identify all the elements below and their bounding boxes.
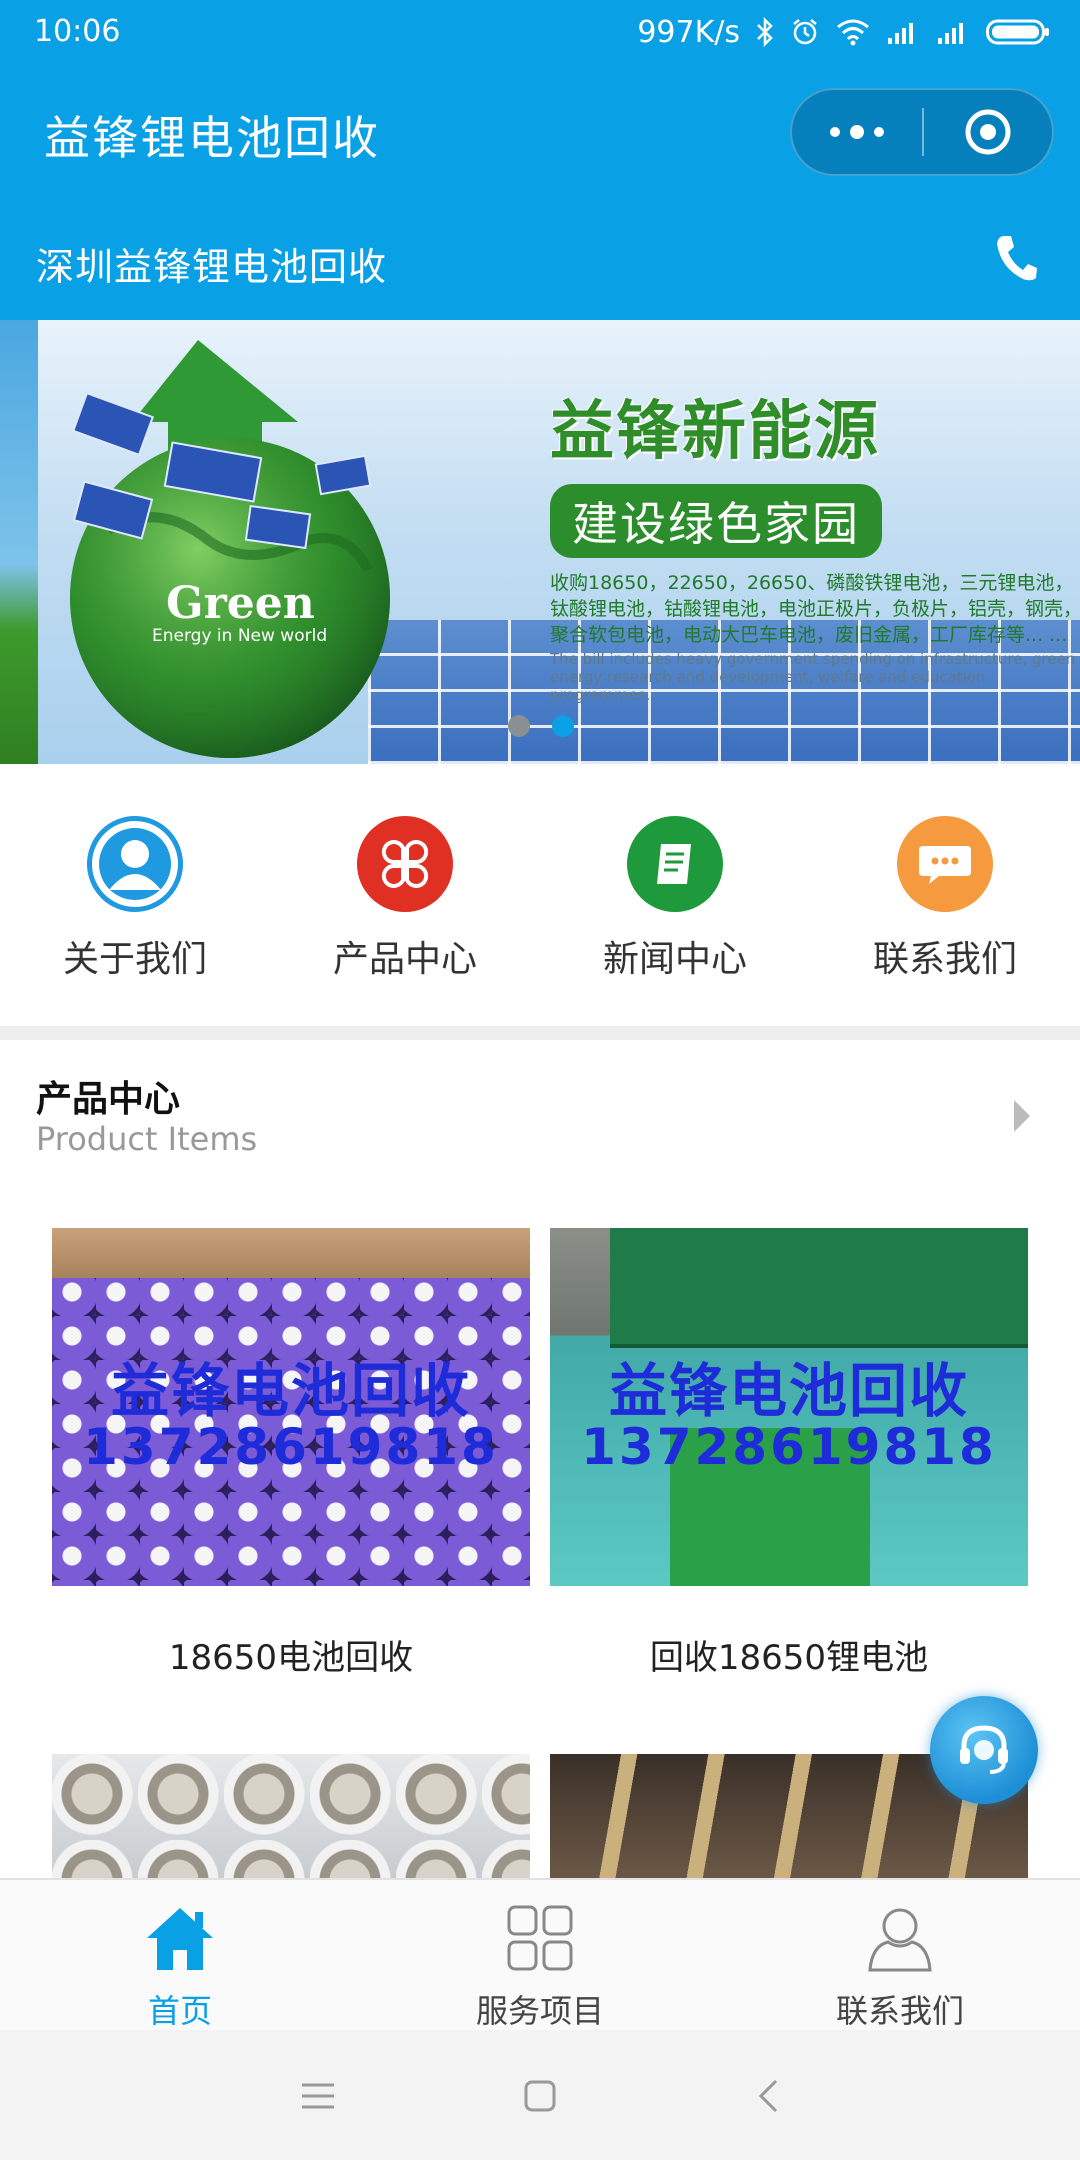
mini-program-capsule bbox=[790, 88, 1054, 176]
product-watermark: 益锋电池回收 bbox=[608, 1357, 969, 1425]
tab-home[interactable]: 首页 bbox=[0, 1880, 360, 2030]
person-icon bbox=[87, 816, 183, 912]
tab-label: 联系我们 bbox=[835, 1992, 964, 2030]
grid-icon bbox=[506, 1904, 574, 1976]
status-time: 10:06 bbox=[34, 14, 121, 49]
product-image-box-edge bbox=[52, 1228, 530, 1278]
signal-icon bbox=[886, 18, 920, 46]
product-name: 18650电池回收 bbox=[168, 1638, 414, 1678]
tab-services[interactable]: 服务项目 bbox=[360, 1880, 720, 2030]
nav-label: 关于我们 bbox=[62, 939, 207, 980]
alarm-icon bbox=[790, 17, 820, 47]
sub-header: 深圳益锋锂电池回收 bbox=[0, 198, 1080, 320]
chevron-right-icon[interactable] bbox=[1014, 1100, 1030, 1132]
section-title: 产品中心 bbox=[36, 1079, 181, 1120]
home-icon bbox=[145, 1904, 215, 1976]
company-name: 深圳益锋锂电池回收 bbox=[36, 245, 388, 289]
wifi-icon bbox=[836, 18, 870, 46]
section-divider bbox=[0, 1026, 1080, 1040]
product-watermark-phone: 13728619818 bbox=[581, 1418, 997, 1476]
nav-item-products[interactable]: 产品中心 bbox=[270, 764, 540, 1026]
product-image bbox=[52, 1754, 530, 1878]
customer-service-headset-icon[interactable] bbox=[930, 1696, 1038, 1804]
home-square-icon[interactable] bbox=[510, 2074, 570, 2118]
status-bar: 10:06 997K/s bbox=[0, 0, 1080, 66]
banner-description: 收购18650，22650，26650、磷酸铁锂电池，三元锂电池，钛酸锂电池，钴… bbox=[550, 572, 1080, 646]
tab-label: 服务项目 bbox=[475, 1992, 604, 2030]
banner-carousel[interactable]: Green Energy in New world 益锋新能源 建设绿色家园 收… bbox=[0, 320, 1080, 764]
green-logo-word: Green bbox=[166, 578, 315, 629]
target-close-icon[interactable] bbox=[924, 90, 1052, 174]
product-card[interactable]: 益锋电池回收 13728619818 18650电池回收 bbox=[52, 1228, 530, 1679]
title-bar: 益锋锂电池回收 bbox=[0, 66, 1080, 198]
green-logo-subtitle: Energy in New world bbox=[152, 626, 328, 646]
product-card[interactable]: 益锋电池回收 13728619818 回收18650锂电池 bbox=[550, 1228, 1028, 1679]
nav-label: 产品中心 bbox=[332, 939, 477, 980]
product-card[interactable] bbox=[52, 1754, 530, 1878]
news-document-icon bbox=[627, 816, 723, 912]
quick-nav: 关于我们 产品中心 新闻中心 联系我们 bbox=[0, 764, 1080, 1026]
phone-icon[interactable] bbox=[986, 228, 1046, 288]
signal-icon bbox=[936, 18, 970, 46]
clover-grid-icon bbox=[357, 816, 453, 912]
carousel-dot-active[interactable] bbox=[552, 715, 574, 737]
status-icons: 997K/s bbox=[637, 12, 1050, 52]
banner-slide: Green Energy in New world 益锋新能源 建设绿色家园 收… bbox=[38, 320, 1080, 764]
network-speed: 997K/s bbox=[637, 14, 740, 50]
product-image: 益锋电池回收 13728619818 bbox=[52, 1228, 530, 1586]
nav-item-contact[interactable]: 联系我们 bbox=[810, 764, 1080, 1026]
chat-bubble-icon bbox=[897, 816, 993, 912]
product-section-header[interactable]: 产品中心 Product Items bbox=[0, 1040, 1080, 1170]
back-icon[interactable] bbox=[738, 2074, 798, 2118]
banner-prev-slide-edge bbox=[0, 320, 38, 764]
nav-label: 联系我们 bbox=[872, 939, 1017, 980]
tab-bar: 首页 服务项目 联系我们 bbox=[0, 1878, 1080, 2030]
product-image: 益锋电池回收 13728619818 bbox=[550, 1228, 1028, 1586]
section-subtitle: Product Items bbox=[36, 1120, 258, 1158]
product-image-pcb bbox=[610, 1228, 1028, 1348]
carousel-indicators bbox=[508, 715, 574, 737]
banner-text: 益锋新能源 建设绿色家园 收购18650，22650，26650、磷酸铁锂电池，… bbox=[550, 380, 1080, 704]
system-navigation-bar bbox=[0, 2030, 1080, 2160]
bluetooth-icon bbox=[756, 17, 774, 47]
tab-contact[interactable]: 联系我们 bbox=[720, 1880, 1080, 2030]
product-name: 回收18650锂电池 bbox=[649, 1638, 929, 1678]
tab-label: 首页 bbox=[147, 1992, 212, 2030]
product-watermark-phone: 13728619818 bbox=[83, 1418, 499, 1476]
menu-icon[interactable] bbox=[288, 2074, 348, 2118]
green-globe-graphic: Green Energy in New world bbox=[48, 340, 428, 760]
nav-item-news[interactable]: 新闻中心 bbox=[540, 764, 810, 1026]
banner-headline: 益锋新能源 bbox=[550, 395, 880, 469]
nav-item-about[interactable]: 关于我们 bbox=[0, 764, 270, 1026]
battery-icon bbox=[986, 18, 1050, 46]
banner-slogan: 建设绿色家园 bbox=[550, 484, 882, 558]
more-dots-icon[interactable] bbox=[792, 90, 922, 174]
user-icon bbox=[866, 1904, 934, 1976]
product-watermark: 益锋电池回收 bbox=[110, 1357, 471, 1425]
banner-description-en: The bill includes heavy government spend… bbox=[550, 650, 1076, 704]
app-title: 益锋锂电池回收 bbox=[44, 111, 380, 165]
carousel-dot[interactable] bbox=[508, 715, 530, 737]
nav-label: 新闻中心 bbox=[602, 939, 747, 980]
